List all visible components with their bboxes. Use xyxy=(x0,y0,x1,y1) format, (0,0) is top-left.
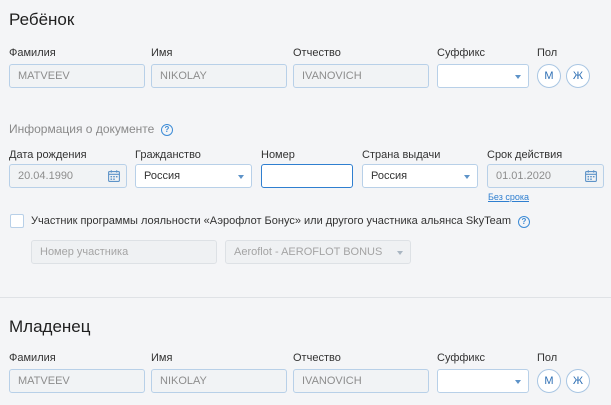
child-last-name-input[interactable]: MATVEEV xyxy=(9,64,145,88)
loyalty-member-number-input[interactable]: Номер участника xyxy=(31,240,217,264)
infant-first-name-input[interactable]: NIKOLAY xyxy=(151,369,287,393)
child-middle-name-label: Отчество xyxy=(293,47,341,59)
citizenship-value: Россия xyxy=(144,170,181,182)
infant-gender-male-button[interactable]: М xyxy=(537,369,561,393)
infant-middle-name-input[interactable]: IVANOVICH xyxy=(293,369,429,393)
chevron-down-icon xyxy=(238,175,244,179)
loyalty-program-value: Aeroflot - AEROFLOT BONUS xyxy=(234,246,383,258)
document-number-label: Номер xyxy=(261,149,295,161)
infant-suffix-select[interactable] xyxy=(437,369,529,393)
child-first-name-input[interactable]: NIKOLAY xyxy=(151,64,287,88)
question-circle-icon[interactable]: ? xyxy=(161,124,173,136)
child-gender-male-button[interactable]: М xyxy=(537,64,561,88)
loyalty-checkbox[interactable] xyxy=(10,214,24,228)
infant-last-name-label: Фамилия xyxy=(9,352,56,364)
child-gender-label: Пол xyxy=(537,47,558,59)
infant-suffix-label: Суффикс xyxy=(437,352,486,364)
no-expiry-link[interactable]: Без срока xyxy=(488,192,529,202)
issuing-country-value: Россия xyxy=(371,170,408,182)
issuing-country-select[interactable]: Россия xyxy=(362,164,478,188)
infant-section-title: Младенец xyxy=(9,317,91,336)
child-first-name-label: Имя xyxy=(151,47,173,59)
calendar-icon[interactable] xyxy=(585,170,597,182)
citizenship-select[interactable]: Россия xyxy=(135,164,252,188)
child-last-name-label: Фамилия xyxy=(9,47,56,59)
dob-label: Дата рождения xyxy=(9,149,87,161)
section-divider xyxy=(0,297,611,298)
citizenship-label: Гражданство xyxy=(135,149,201,161)
expiry-label: Срок действия xyxy=(487,149,563,161)
chevron-down-icon xyxy=(515,380,521,384)
child-gender-female-button[interactable]: Ж xyxy=(566,64,590,88)
child-suffix-select[interactable] xyxy=(437,64,529,88)
infant-gender-female-button[interactable]: Ж xyxy=(566,369,590,393)
infant-last-name-input[interactable]: MATVEEV xyxy=(9,369,145,393)
issuing-country-label: Страна выдачи xyxy=(362,149,441,161)
document-number-input[interactable] xyxy=(261,164,353,188)
infant-gender-label: Пол xyxy=(537,352,558,364)
child-section-title: Ребёнок xyxy=(9,10,75,29)
child-suffix-label: Суффикс xyxy=(437,47,486,59)
chevron-down-icon xyxy=(397,251,403,255)
calendar-icon[interactable] xyxy=(108,170,120,182)
child-middle-name-input[interactable]: IVANOVICH xyxy=(293,64,429,88)
infant-first-name-label: Имя xyxy=(151,352,173,364)
infant-middle-name-label: Отчество xyxy=(293,352,341,364)
question-circle-icon[interactable]: ? xyxy=(518,216,530,228)
loyalty-program-select[interactable]: Aeroflot - AEROFLOT BONUS xyxy=(225,240,411,264)
expiry-input[interactable]: 01.01.2020 xyxy=(487,164,604,188)
document-info-title: Информация о документе xyxy=(9,122,155,136)
dob-value: 20.04.1990 xyxy=(18,170,74,182)
expiry-value: 01.01.2020 xyxy=(496,170,552,182)
chevron-down-icon xyxy=(464,175,470,179)
chevron-down-icon xyxy=(515,75,521,79)
loyalty-label: Участник программы лояльности «Аэрофлот … xyxy=(31,215,512,227)
dob-input[interactable]: 20.04.1990 xyxy=(9,164,127,188)
